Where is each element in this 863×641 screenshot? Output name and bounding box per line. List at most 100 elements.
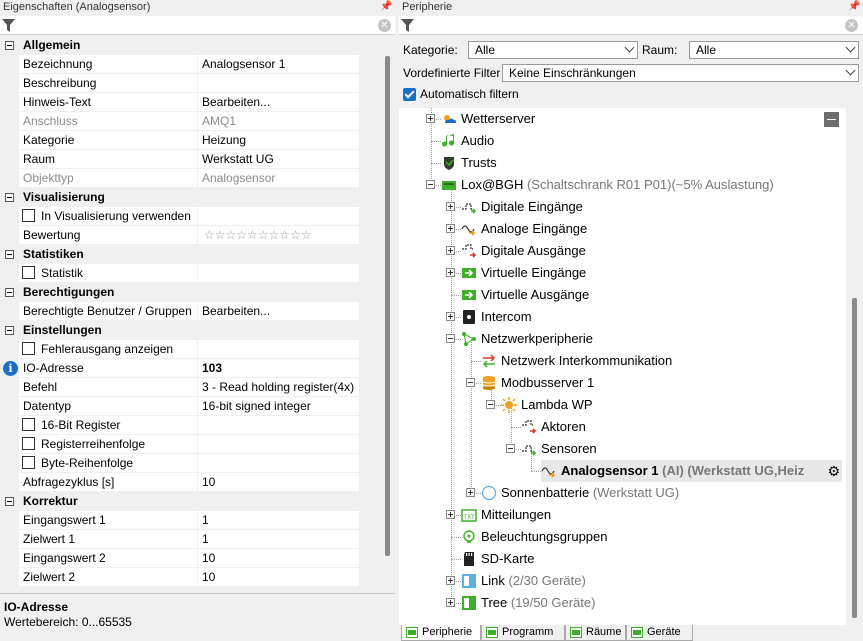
property-value[interactable]: 1 [198,530,359,549]
property-value[interactable] [198,435,359,454]
kategorie-select[interactable]: Alle [468,41,638,59]
collapse-icon[interactable] [466,378,475,387]
collapse-category-toggle[interactable] [0,188,19,207]
tree-item[interactable]: Sensoren [521,438,842,460]
clear-search-icon[interactable]: ✕ [845,19,858,32]
checkbox[interactable] [22,342,35,355]
tab-programm[interactable]: Programm [481,625,565,641]
tree-item[interactable]: Intercom [461,306,842,328]
property-row[interactable]: Raum Werkstatt UG [0,150,359,169]
collapse-category-toggle[interactable] [0,492,19,511]
property-row[interactable]: Byte-Reihenfolge [0,454,359,473]
property-value[interactable]: Analogsensor 1 [198,55,359,74]
property-value[interactable]: ☆☆☆☆☆☆☆☆☆☆ [198,226,359,245]
property-row[interactable]: Bezeichnung Analogsensor 1 [0,55,359,74]
property-value[interactable] [198,264,359,283]
tree-item[interactable]: Beleuchtungsgruppen [461,526,842,548]
tab-peripherie[interactable]: Peripherie [401,625,481,641]
raum-select[interactable]: Alle [689,41,859,59]
tree-item[interactable]: SD-Karte [461,548,842,570]
property-row[interactable]: Bewertung ☆☆☆☆☆☆☆☆☆☆ [0,226,359,245]
collapse-category-toggle[interactable] [0,321,19,340]
expand-icon[interactable] [446,576,455,585]
pin-icon[interactable]: 📌 [848,1,860,12]
property-row[interactable]: Eingangswert 1 1 [0,511,359,530]
property-row[interactable]: i IO-Adresse 103 [0,359,359,378]
property-value[interactable]: 3 - Read holding register(4x) [198,378,359,397]
tree-item[interactable]: Netzwerkperipherie [461,328,842,350]
property-value[interactable]: 16-bit signed integer [198,397,359,416]
collapse-icon[interactable] [486,400,495,409]
properties-search-bar[interactable]: ✕ [0,16,395,35]
property-row[interactable]: Beschreibung [0,74,359,93]
expand-icon[interactable] [446,312,455,321]
auto-filter-checkbox[interactable] [403,88,416,101]
tree-item[interactable]: Sonnenbatterie (Werkstatt UG) [481,482,842,504]
expand-icon[interactable] [446,268,455,277]
property-category[interactable]: Berechtigungen [0,283,359,302]
collapse-icon[interactable] [506,444,515,453]
property-row[interactable]: Registerreihenfolge [0,435,359,454]
property-value[interactable] [198,416,359,435]
tree-item[interactable]: Tree (19/50 Geräte) [461,592,842,614]
expand-icon[interactable] [446,510,455,519]
tree-item[interactable]: Virtuelle Ausgänge [461,284,842,306]
tree-item[interactable]: Trusts [441,152,842,174]
property-row[interactable]: Eingangswert 2 10 [0,549,359,568]
checkbox[interactable] [22,456,35,469]
tree-item[interactable]: Digitale Eingänge [461,196,842,218]
collapse-category-toggle[interactable] [0,36,19,55]
collapse-all-button[interactable] [824,112,839,127]
property-value[interactable]: Bearbeiten... [198,93,359,112]
tree-item[interactable]: Audio [441,130,842,152]
property-category[interactable]: Statistiken [0,245,359,264]
tree-item[interactable]: Analogsensor 1 (AI) (Werkstatt UG,Heiz ⚙ [541,460,842,482]
tree-item[interactable]: Lambda WP [501,394,842,416]
collapse-icon[interactable] [446,334,455,343]
property-row[interactable]: In Visualisierung verwenden [0,207,359,226]
tree-item[interactable]: Digitale Ausgänge [461,240,842,262]
property-value[interactable] [198,74,359,93]
clear-search-icon[interactable]: ✕ [378,19,391,32]
tree-item[interactable]: Netzwerk Interkommunikation [481,350,842,372]
property-value[interactable] [198,207,359,226]
expand-icon[interactable] [446,598,455,607]
tree-item[interactable]: Wetterserver [441,108,842,130]
tree-item[interactable]: TXT Mitteilungen [461,504,842,526]
property-row[interactable]: Anschluss AMQ1 [0,112,359,131]
expand-icon[interactable] [426,114,435,123]
property-value[interactable] [198,340,359,359]
expand-icon[interactable] [446,202,455,211]
scrollbar-thumb[interactable] [852,298,857,618]
collapse-icon[interactable] [426,180,435,189]
tree-item[interactable]: Lox@BGH (Schaltschrank R01 P01)(~5% Ausl… [441,174,842,196]
checkbox[interactable] [22,437,35,450]
property-row[interactable]: Hinweis-Text Bearbeiten... [0,93,359,112]
predefined-filter-select[interactable]: Keine Einschränkungen [502,64,859,82]
property-value[interactable]: 10 [198,549,359,568]
property-category[interactable]: Visualisierung [0,188,359,207]
collapse-category-toggle[interactable] [0,245,19,264]
property-value[interactable]: 10 [198,568,359,587]
collapse-category-toggle[interactable] [0,283,19,302]
property-row[interactable]: Zielwert 1 1 [0,530,359,549]
property-category[interactable]: Einstellungen [0,321,359,340]
tree-item[interactable]: Virtuelle Eingänge [461,262,842,284]
property-value[interactable]: 10 [198,473,359,492]
property-value[interactable]: Heizung [198,131,359,150]
expand-icon[interactable] [446,224,455,233]
property-value[interactable]: Werkstatt UG [198,150,359,169]
property-category[interactable]: Korrektur [0,492,359,511]
checkbox[interactable] [22,418,35,431]
tree-item[interactable]: Analoge Eingänge [461,218,842,240]
tree-item[interactable]: Aktoren [521,416,842,438]
property-row[interactable]: 16-Bit Register [0,416,359,435]
property-row[interactable]: Kategorie Heizung [0,131,359,150]
gear-icon[interactable]: ⚙ [827,460,840,482]
expand-icon[interactable] [466,488,475,497]
property-grid-scrollbar[interactable] [382,36,395,592]
property-value[interactable]: Analogsensor [198,169,359,188]
property-row[interactable]: Zielwert 2 10 [0,568,359,587]
tab-geraete[interactable]: Geräte [626,625,693,641]
scrollbar-thumb[interactable] [385,56,390,556]
